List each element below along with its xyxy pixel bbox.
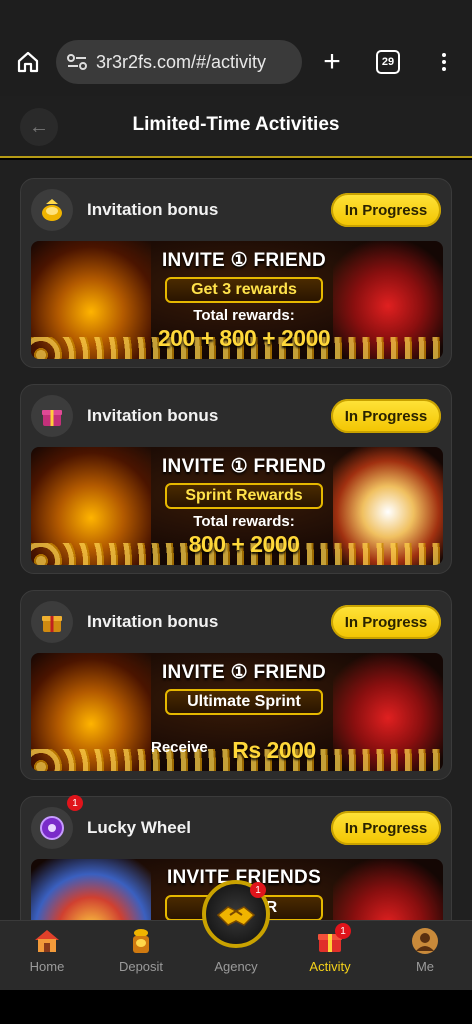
deposit-icon [126, 927, 156, 955]
status-badge[interactable]: In Progress [331, 399, 441, 433]
nav-me[interactable]: Me [378, 921, 472, 991]
banner-caption: Total rewards: [193, 307, 295, 324]
gold-bag-icon [31, 189, 73, 231]
nav-label: Agency [214, 959, 258, 974]
activity-card[interactable]: Invitation bonus In Progress INVITE ① FR… [20, 178, 452, 368]
more-menu-icon[interactable] [432, 48, 456, 76]
promo-banner[interactable]: INVITE ① FRIEND Sprint Rewards Total rew… [31, 447, 443, 565]
browser-home-icon[interactable] [14, 48, 42, 76]
system-navigation-bar [0, 990, 472, 1024]
site-settings-icon[interactable] [66, 53, 88, 71]
banner-headline: INVITE ① FRIEND [161, 250, 327, 271]
promo-banner[interactable]: INVITE ① FRIEND Ultimate Sprint Receive … [31, 653, 443, 771]
app-header: ← Limited-Time Activities [0, 96, 472, 158]
nav-label: Deposit [118, 959, 164, 974]
banner-amount: Rs 2000 [232, 737, 316, 763]
banner-headline: INVITE ① FRIEND [161, 662, 327, 683]
card-title: Lucky Wheel [87, 818, 191, 837]
nav-home[interactable]: Home [0, 921, 94, 991]
nav-label: Home [29, 959, 65, 974]
card-title: Invitation bonus [87, 612, 219, 631]
avatar-icon [410, 927, 440, 955]
banner-subtitle: Ultimate Sprint [165, 689, 323, 715]
card-header: Invitation bonus In Progress [21, 179, 451, 241]
banner-caption: Total rewards: [193, 513, 295, 530]
banner-amount: 200 + 800 + 2000 [157, 325, 331, 351]
url-text: 3r3r2fs.com/#/activity [96, 51, 267, 72]
nav-label: Activity [309, 959, 351, 974]
home-icon [32, 927, 62, 955]
banner-subtitle: Sprint Rewards [165, 483, 323, 509]
new-tab-icon[interactable]: + [318, 47, 346, 77]
nav-activity[interactable]: 1 Activity [283, 921, 377, 991]
card-title: Invitation bonus [87, 406, 219, 425]
card-header: Invitation bonus In Progress [21, 591, 451, 653]
activity-card[interactable]: Invitation bonus In Progress INVITE ① FR… [20, 590, 452, 780]
banner-amount: 800 + 2000 [188, 531, 300, 557]
lucky-wheel-image [31, 859, 151, 920]
promo-banner[interactable]: INVITE ① FRIEND Get 3 rewards Total rewa… [31, 241, 443, 359]
banner-subtitle: Get 3 rewards [165, 277, 323, 303]
gift-icon: 1 [315, 923, 351, 955]
card-header: Invitation bonus In Progress [21, 385, 451, 447]
character-image [333, 859, 443, 920]
purple-wheel-icon [31, 807, 73, 849]
activity-list[interactable]: Invitation bonus In Progress INVITE ① FR… [0, 160, 472, 920]
page-title: Limited-Time Activities [132, 114, 340, 135]
browser-toolbar: 3r3r2fs.com/#/activity + 29 [0, 0, 472, 96]
address-bar[interactable]: 3r3r2fs.com/#/activity [56, 40, 302, 84]
status-badge[interactable]: In Progress [331, 811, 441, 845]
gift-box-icon [31, 601, 73, 643]
status-badge[interactable]: In Progress [331, 605, 441, 639]
nav-deposit[interactable]: Deposit [94, 921, 188, 991]
nav-label: Me [415, 959, 435, 974]
banner-headline: INVITE ① FRIEND [161, 456, 327, 477]
notification-badge: 1 [250, 882, 266, 898]
activity-card[interactable]: Invitation bonus In Progress INVITE ① FR… [20, 384, 452, 574]
status-badge[interactable]: In Progress [331, 193, 441, 227]
notification-badge: 1 [67, 795, 83, 811]
card-header: 1 Lucky Wheel In Progress [21, 795, 451, 859]
gift-box-icon [31, 395, 73, 437]
card-title: Invitation bonus [87, 200, 219, 219]
tab-switcher-button[interactable]: 29 [376, 50, 400, 74]
notification-badge: 1 [335, 923, 351, 939]
